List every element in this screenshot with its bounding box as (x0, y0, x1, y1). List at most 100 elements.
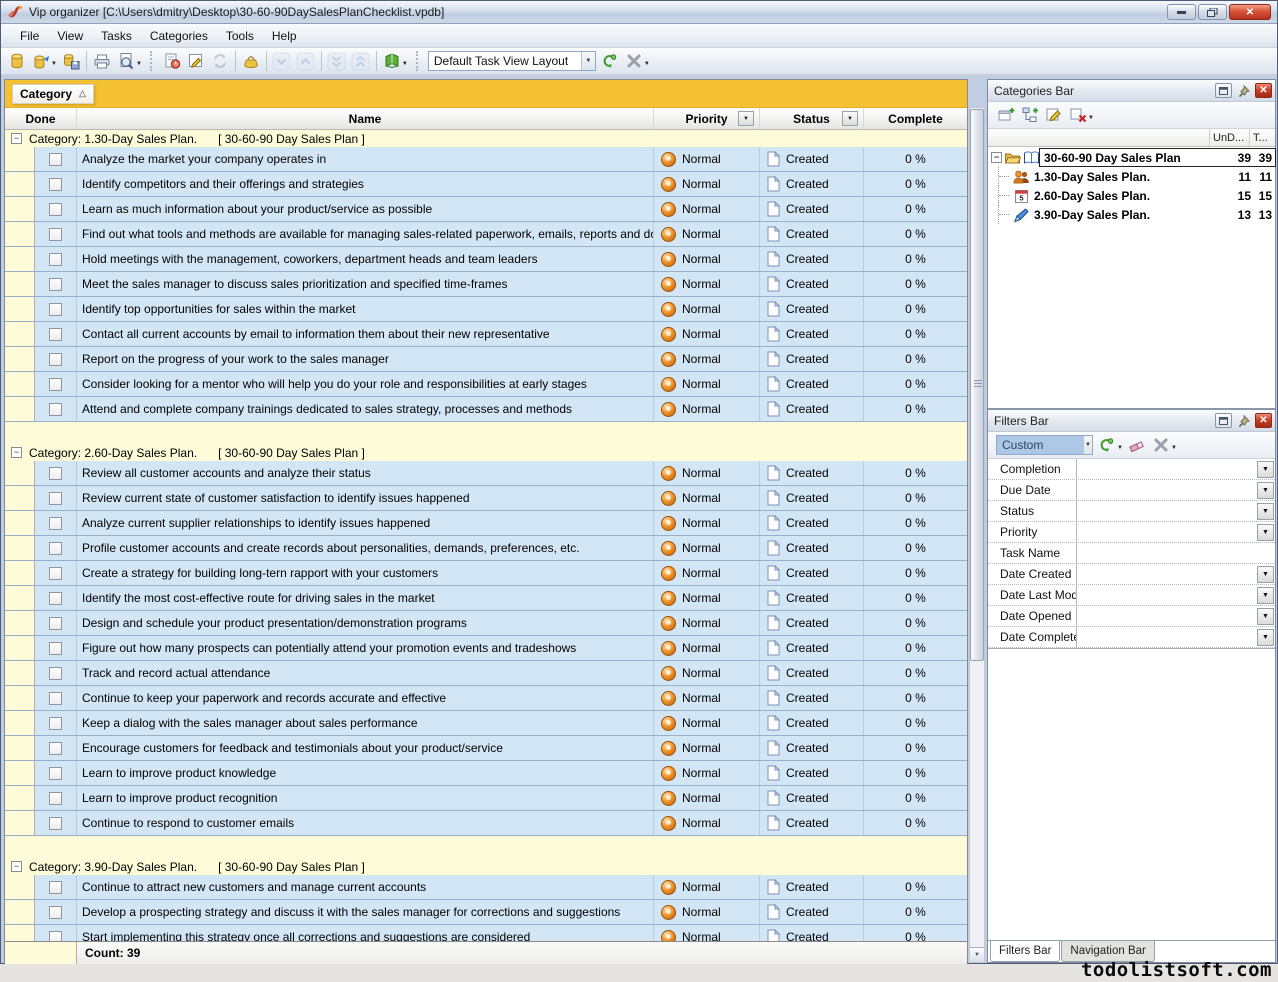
done-checkbox[interactable] (49, 542, 62, 555)
filter-value-field[interactable]: ▼ (1076, 606, 1275, 626)
menu-view[interactable]: View (48, 26, 92, 46)
done-checkbox[interactable] (49, 592, 62, 605)
move-down-icon[interactable] (270, 50, 294, 72)
notes-icon[interactable] (380, 50, 404, 72)
done-checkbox[interactable] (49, 742, 62, 755)
chevron-down-icon[interactable]: ▼ (1088, 115, 1094, 121)
move-up-icon[interactable] (294, 50, 318, 72)
dock-panel-button[interactable] (1215, 83, 1232, 98)
column-header-undone[interactable]: UnD... (1209, 129, 1249, 146)
chevron-down-icon[interactable]: ▼ (136, 61, 142, 67)
filter-value-field[interactable]: ▼ (1076, 564, 1275, 584)
filter-value-field[interactable]: ▼ (1076, 459, 1275, 479)
done-checkbox[interactable] (49, 817, 62, 830)
filter-dropdown-button[interactable]: ▼ (1257, 566, 1274, 583)
category-tree-item[interactable]: 1.30-Day Sales Plan.1111 (988, 167, 1275, 186)
column-header-name[interactable]: Name (77, 108, 654, 129)
category-tree-item[interactable]: 3.90-Day Sales Plan.1313 (988, 205, 1275, 224)
layout-combo[interactable]: Default Task View Layout▼ (428, 51, 596, 71)
done-checkbox[interactable] (49, 492, 62, 505)
menu-tools[interactable]: Tools (217, 26, 263, 46)
filter-value-field[interactable]: ▼ (1076, 501, 1275, 521)
task-row[interactable]: Develop a prospecting strategy and discu… (5, 900, 967, 925)
filter-value-field[interactable]: ▼ (1076, 585, 1275, 605)
done-checkbox[interactable] (49, 642, 62, 655)
done-checkbox[interactable] (49, 767, 62, 780)
vertical-scrollbar[interactable]: ▼ (969, 107, 985, 963)
column-header-priority[interactable]: Priority ▼ (654, 108, 760, 129)
chevron-down-icon[interactable]: ▼ (1083, 436, 1092, 454)
apply-filter-icon[interactable] (1095, 434, 1119, 456)
task-row[interactable]: Contact all current accounts by email to… (5, 322, 967, 347)
done-checkbox[interactable] (49, 328, 62, 341)
add-task-icon[interactable] (160, 50, 184, 72)
category-group-header[interactable]: − Category: 1.30-Day Sales Plan. [ 30-60… (5, 130, 967, 147)
new-database-icon[interactable] (5, 50, 29, 72)
menu-help[interactable]: Help (263, 26, 306, 46)
delete-category-icon[interactable] (1066, 104, 1090, 126)
toolbar-grip[interactable] (150, 51, 156, 71)
done-checkbox[interactable] (49, 881, 62, 894)
column-header-done[interactable]: Done (5, 108, 77, 129)
done-checkbox[interactable] (49, 906, 62, 919)
task-row[interactable]: Analyze current supplier relationships t… (5, 511, 967, 536)
done-checkbox[interactable] (49, 567, 62, 580)
done-checkbox[interactable] (49, 278, 62, 291)
chevron-down-icon[interactable]: ▼ (51, 61, 57, 67)
category-group-header[interactable]: − Category: 2.60-Day Sales Plan. [ 30-60… (5, 444, 967, 461)
print-preview-icon[interactable] (114, 50, 138, 72)
filter-dropdown-button[interactable]: ▼ (1257, 587, 1274, 604)
done-checkbox[interactable] (49, 228, 62, 241)
task-row[interactable]: Learn to improve product knowledge Norma… (5, 761, 967, 786)
chevron-down-icon[interactable]: ▼ (402, 61, 408, 67)
close-filters-bar-button[interactable]: ✕ (1255, 413, 1272, 428)
minimize-button[interactable] (1167, 4, 1196, 20)
pin-panel-button[interactable] (1235, 83, 1252, 98)
done-checkbox[interactable] (49, 517, 62, 530)
tab-filters-bar[interactable]: Filters Bar (990, 941, 1060, 962)
menu-file[interactable]: File (11, 26, 48, 46)
done-checkbox[interactable] (49, 692, 62, 705)
done-checkbox[interactable] (49, 717, 62, 730)
edit-task-icon[interactable] (184, 50, 208, 72)
done-checkbox[interactable] (49, 353, 62, 366)
filter-dropdown-button[interactable]: ▼ (1257, 524, 1274, 541)
filter-dropdown-button[interactable]: ▼ (1257, 461, 1274, 478)
task-row[interactable]: Create a strategy for building long-tern… (5, 561, 967, 586)
column-header-complete[interactable]: Complete (864, 108, 967, 129)
task-row[interactable]: Design and schedule your product present… (5, 611, 967, 636)
task-row[interactable]: Learn to improve product recognition Nor… (5, 786, 967, 811)
chevron-down-icon[interactable]: ▼ (1171, 445, 1177, 451)
task-row[interactable]: Consider looking for a mentor who will h… (5, 372, 967, 397)
chevron-down-icon[interactable]: ▼ (644, 61, 650, 67)
task-row[interactable]: Start implementing this strategy once al… (5, 925, 967, 941)
done-checkbox[interactable] (49, 403, 62, 416)
collapse-icon[interactable]: − (991, 152, 1002, 163)
move-to-bottom-icon[interactable] (325, 50, 349, 72)
column-header-total[interactable]: T... (1249, 129, 1275, 146)
dock-panel-button[interactable] (1215, 413, 1232, 428)
done-checkbox[interactable] (49, 178, 62, 191)
done-checkbox[interactable] (49, 617, 62, 630)
filter-value-field[interactable]: ▼ (1076, 627, 1275, 647)
close-categories-bar-button[interactable]: ✕ (1255, 83, 1272, 98)
title-bar[interactable]: Vip organizer [C:\Users\dmitry\Desktop\3… (1, 1, 1277, 24)
task-row[interactable]: Encourage customers for feedback and tes… (5, 736, 967, 761)
delete-filter-icon[interactable] (1149, 434, 1173, 456)
task-row[interactable]: Identify the most cost-effective route f… (5, 586, 967, 611)
filter-dropdown-button[interactable]: ▼ (1257, 608, 1274, 625)
print-icon[interactable] (90, 50, 114, 72)
filter-dropdown-button[interactable]: ▼ (1257, 629, 1274, 646)
edit-category-icon[interactable] (1042, 104, 1066, 126)
task-row[interactable]: Hold meetings with the management, cowor… (5, 247, 967, 272)
assign-resources-icon[interactable] (239, 50, 263, 72)
category-tree-item[interactable]: −30-60-90 Day Sales Plan3939 (988, 148, 1275, 167)
task-row[interactable]: Track and record actual attendance Norma… (5, 661, 967, 686)
menu-tasks[interactable]: Tasks (92, 26, 141, 46)
save-database-icon[interactable] (59, 50, 83, 72)
chevron-down-icon[interactable]: ▼ (1117, 445, 1123, 451)
task-row[interactable]: Continue to respond to customer emails N… (5, 811, 967, 836)
move-to-top-icon[interactable] (349, 50, 373, 72)
task-row[interactable]: Meet the sales manager to discuss sales … (5, 272, 967, 297)
scrollbar-thumb[interactable] (970, 109, 984, 661)
